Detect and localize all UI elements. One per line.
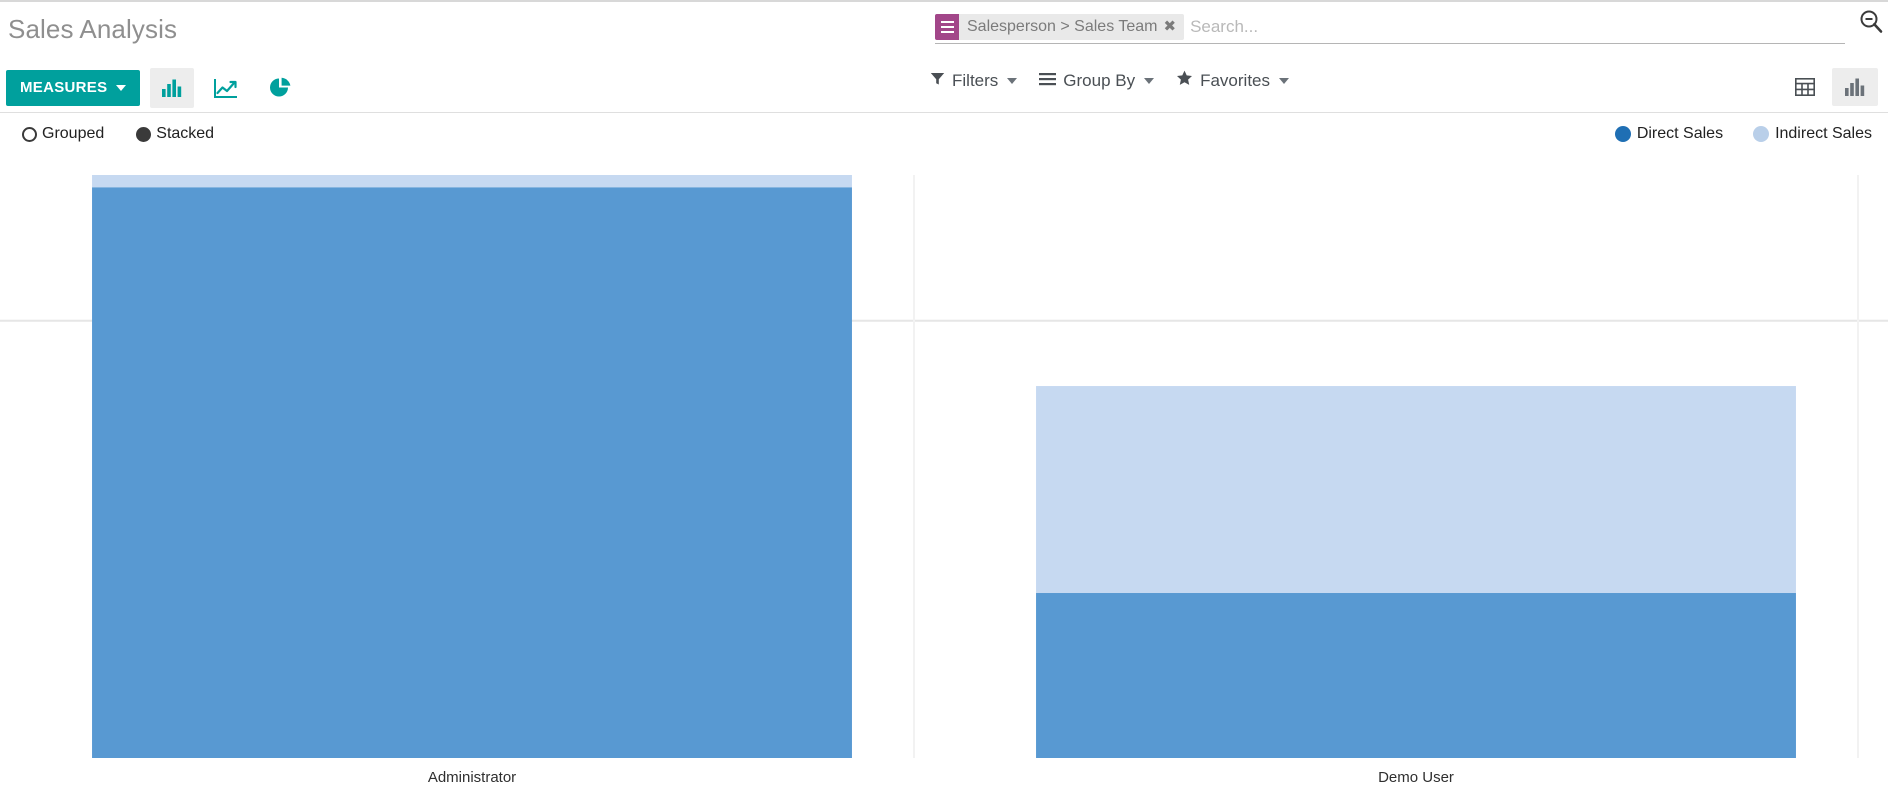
search-options-bar: Filters Group By Favorites (930, 70, 1290, 91)
radio-stacked-icon (136, 126, 152, 142)
graph-view: Grouped Stacked Direct Sales Indirect Sa… (0, 113, 1888, 796)
legend-item-indirect-sales[interactable]: Indirect Sales (1753, 125, 1872, 143)
group-by-label: Group By (1063, 70, 1136, 90)
search-facet-label: Salesperson > Sales Team (967, 18, 1158, 35)
favorites-label: Favorites (1200, 70, 1271, 90)
legend-label-indirect-sales: Indirect Sales (1775, 125, 1872, 142)
x-axis-labels: Administrator Demo User (0, 758, 1888, 796)
chevron-down-icon (1279, 77, 1290, 84)
bar-chart-icon[interactable] (150, 68, 195, 108)
line-chart-icon[interactable] (204, 68, 248, 108)
search-minus-icon[interactable] (1858, 8, 1884, 39)
filters-dropdown[interactable]: Filters (930, 70, 1018, 91)
mode-grouped[interactable]: Grouped (22, 125, 104, 143)
legend-swatch-direct-sales (1614, 126, 1631, 142)
group-by-icon (935, 14, 959, 40)
favorites-dropdown[interactable]: Favorites (1176, 70, 1290, 91)
bar-segment-indirect-sales-administrator[interactable] (92, 175, 852, 188)
legend-label-direct-sales: Direct Sales (1636, 125, 1724, 142)
radio-grouped-icon (22, 126, 37, 142)
filter-icon (930, 71, 945, 91)
bar-segment-direct-sales-administrator[interactable] (92, 187, 852, 759)
pivot-view-icon[interactable] (1782, 68, 1828, 106)
graph-view-icon[interactable] (1832, 68, 1878, 106)
page-title: Sales Analysis (8, 14, 178, 44)
measures-button[interactable]: MEASURES (6, 70, 141, 106)
bars-icon (1039, 71, 1057, 91)
measures-button-label: MEASURES (20, 79, 108, 96)
group-by-dropdown[interactable]: Group By (1039, 70, 1155, 91)
sales-analysis-page: Sales Analysis MEASURES Salesperson > Sa… (0, 0, 1888, 796)
view-switcher (1782, 68, 1878, 106)
pie-chart-icon[interactable] (258, 68, 302, 108)
chevron-down-icon (1007, 77, 1018, 84)
search-facet-salesperson-sales-team[interactable]: Salesperson > Sales Team ✖ (935, 14, 1185, 40)
legend-swatch-indirect-sales (1753, 126, 1770, 142)
mode-grouped-label: Grouped (42, 125, 105, 142)
search-input[interactable] (1190, 14, 1845, 40)
bar-segment-direct-sales-demo-user[interactable] (1036, 593, 1796, 758)
chevron-down-icon (1144, 77, 1155, 84)
remove-facet-icon[interactable]: ✖ (1161, 14, 1184, 40)
bar-segment-indirect-sales-demo-user[interactable] (1036, 386, 1796, 594)
star-icon (1176, 70, 1193, 91)
chart-legend: Direct Sales Indirect Sales (1614, 125, 1872, 143)
graph-mode-toggle: Grouped Stacked (22, 125, 214, 143)
legend-item-direct-sales[interactable]: Direct Sales (1614, 125, 1724, 143)
mode-stacked[interactable]: Stacked (136, 125, 214, 143)
search-bar[interactable]: Salesperson > Sales Team ✖ (935, 11, 1845, 44)
mode-stacked-label: Stacked (156, 125, 215, 142)
filters-label: Filters (952, 70, 999, 90)
measures-and-chart-types: MEASURES (6, 68, 302, 108)
x-axis-label: Demo User (1378, 769, 1454, 786)
control-panel: Sales Analysis MEASURES Salesperson > Sa… (0, 0, 1888, 113)
chevron-down-icon (116, 84, 127, 91)
bar-chart-plot[interactable] (0, 113, 1888, 796)
x-axis-label: Administrator (427, 769, 517, 786)
